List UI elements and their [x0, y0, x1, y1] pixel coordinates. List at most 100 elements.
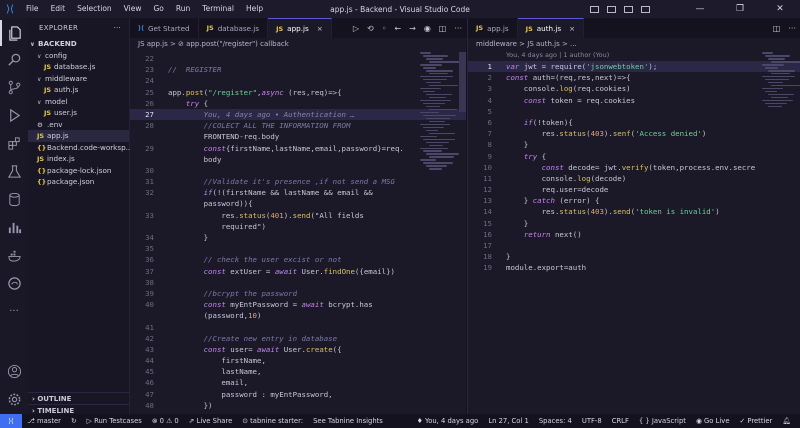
code-line[interactable]: 31 //Validate it's presence ,if not send… [130, 176, 466, 187]
branch-item[interactable]: ⎇ master [22, 414, 66, 428]
code-line[interactable]: 37 const extUser = await User.findOne({e… [130, 266, 466, 277]
prettier-item[interactable]: ✓ Prettier [735, 414, 778, 428]
more-actions-icon[interactable]: ··· [454, 24, 462, 33]
code-line[interactable]: 25 app.post("/register",async (res,req)=>… [130, 87, 466, 98]
code-line[interactable]: 15 } [468, 218, 800, 229]
testing-icon[interactable] [0, 158, 28, 184]
code-line[interactable]: 43 const user= await User.create({ [130, 344, 466, 355]
indentation[interactable]: Spaces: 4 [534, 414, 577, 428]
code-line[interactable]: 9 try { [468, 151, 800, 162]
editor-2-code[interactable]: 1 var jwt = require('jsonwebtoken'); 2 cons… [468, 61, 800, 274]
sync-icon[interactable]: ↻ [66, 414, 82, 428]
code-line[interactable]: 8 } [468, 139, 800, 150]
code-line[interactable]: 14 res.status(403).send('token is invali… [468, 206, 800, 217]
editor-1-breadcrumb[interactable]: JS app.js > ⊘ app.post("/register") call… [130, 38, 466, 50]
code-line[interactable]: 28 //COLECT ALL THE INFORMATION FROM [130, 120, 466, 131]
tree-file[interactable]: JS index.js [28, 153, 129, 165]
code-line[interactable]: 24 [130, 75, 466, 86]
end-of-line[interactable]: CRLF [607, 414, 634, 428]
toggle-secondary-sidebar-icon[interactable] [624, 5, 633, 13]
code-line[interactable]: 5 [468, 106, 800, 117]
editor-tab[interactable]: JS app.js [468, 18, 518, 38]
code-line[interactable]: 39 //bcrypt the password [130, 288, 466, 299]
close-window-button[interactable]: ✕ [760, 4, 800, 14]
run-debug-icon[interactable] [0, 102, 28, 128]
editor-tab[interactable]: ⟩⟨ Get Started [130, 18, 199, 38]
editor-tab[interactable]: JS database.js [199, 18, 269, 38]
code-line[interactable]: 45 lastName, [130, 366, 466, 377]
explorer-more-icon[interactable]: ··· [113, 24, 121, 32]
git-blame-item[interactable]: ♦ You, 4 days ago [412, 414, 484, 428]
source-control-icon[interactable] [0, 74, 28, 100]
toggle-panel-icon[interactable] [607, 5, 616, 13]
menu-terminal[interactable]: Terminal [196, 0, 240, 18]
run-file-icon[interactable]: ▷ [353, 24, 359, 33]
code-line[interactable]: 46 email, [130, 377, 466, 388]
tree-file[interactable]: {}package-lock.json [28, 165, 129, 177]
run-testcases-item[interactable]: ▷ Run Testcases [82, 414, 147, 428]
codelens-blame[interactable]: You, 4 days ago | 1 author (You) [468, 50, 800, 61]
editor-tab[interactable]: JS auth.js × [517, 18, 585, 38]
code-line[interactable]: 4 const token = req.cookies [468, 95, 800, 106]
code-line[interactable]: 1 var jwt = require('jsonwebtoken'); [468, 61, 800, 73]
code-line[interactable]: 16 return next() [468, 229, 800, 240]
code-line[interactable]: body [130, 154, 466, 165]
problems-item[interactable]: ⊗ 0 ⚠ 0 [147, 414, 184, 428]
code-line[interactable]: 40 const myEntPassword = await bcrypt.ha… [130, 299, 466, 310]
tree-file[interactable]: {}Backend.code-worksp... [28, 142, 133, 154]
explorer-icon[interactable] [0, 20, 28, 46]
code-line[interactable]: 42 //Create new entry in database [130, 333, 466, 344]
close-tab-icon[interactable]: × [317, 24, 323, 33]
code-line[interactable]: 33 res.status(401).send("All fields [130, 210, 466, 221]
split-editor-icon[interactable]: ◫ [439, 24, 447, 33]
editor-2-breadcrumb[interactable]: middleware > JS auth.js > ... [468, 38, 800, 50]
minimize-button[interactable]: — [680, 4, 720, 14]
editor-1-scrollbar[interactable] [459, 52, 466, 112]
more-actions-icon[interactable]: ··· [788, 24, 796, 33]
code-line[interactable]: 27 You, 4 days ago • Authentication … [130, 108, 466, 121]
code-line[interactable]: 23 // REGISTER [130, 64, 466, 75]
editor-1-minimap[interactable] [420, 52, 460, 412]
settings-icon[interactable] [0, 386, 28, 412]
menu-file[interactable]: File [20, 0, 45, 18]
split-editor-icon[interactable]: ◫ [773, 24, 781, 33]
code-line[interactable]: (password,10) [130, 310, 466, 321]
editor-tab[interactable]: JS app.js × [268, 18, 332, 38]
code-line[interactable]: 19 module.export=auth [468, 262, 800, 273]
code-line[interactable]: 36 // check the user excist or not [130, 254, 466, 265]
more-icon[interactable]: ··· [0, 298, 28, 324]
tree-file[interactable]: ⚙ .env [28, 119, 129, 131]
code-line[interactable]: 17 [468, 240, 800, 251]
menu-go[interactable]: Go [147, 0, 169, 18]
code-line[interactable]: 13 } catch (error) { [468, 195, 800, 206]
edge-icon[interactable] [0, 270, 28, 296]
code-line[interactable]: 41 [130, 322, 466, 333]
tree-folder[interactable]: ∨ middleware [28, 73, 129, 85]
editor-1-code[interactable]: 22 23 // REGISTER 24 25 app.post("/register",… [130, 53, 466, 422]
tree-file[interactable]: JS user.js [28, 107, 129, 119]
code-line[interactable]: 2 const auth=(req,res,next)=>{ [468, 72, 800, 83]
tree-folder[interactable]: ∨ config [28, 50, 129, 62]
docker-icon[interactable] [0, 242, 28, 268]
notifications-icon[interactable]: 🔔︎ [777, 414, 796, 428]
code-line[interactable]: 11 console.log(decode) [468, 173, 800, 184]
menu-edit[interactable]: Edit [45, 0, 72, 18]
code-line[interactable]: 3 console.log(req.cookies) [468, 83, 800, 94]
code-line[interactable]: 6 if(!token){ [468, 117, 800, 128]
back-icon[interactable]: ← [394, 24, 401, 33]
code-line[interactable]: 18} [468, 251, 800, 262]
tabnine-insights-link[interactable]: See Tabnine Insights [308, 414, 388, 428]
account-icon[interactable] [0, 358, 28, 384]
tabnine-item[interactable]: ⊙ tabnine starter: [237, 414, 308, 428]
code-line[interactable]: 32 if(!(firstName && lastName && email &… [130, 187, 466, 198]
live-share-item[interactable]: ⇗ Live Share [184, 414, 238, 428]
code-line[interactable]: required") [130, 221, 466, 232]
language-mode[interactable]: { } JavaScript [634, 414, 691, 428]
tree-folder[interactable]: ∨ model [28, 96, 129, 108]
remote-indicator-icon[interactable]: ⟩⟨ [0, 414, 22, 428]
outline-section[interactable]: › OUTLINE [28, 392, 129, 404]
tree-file[interactable]: {}package.json [28, 176, 129, 188]
editor-2-minimap[interactable] [762, 52, 800, 412]
marker-icon[interactable]: ◉ [424, 24, 431, 33]
maximize-button[interactable]: ❐ [720, 4, 760, 14]
